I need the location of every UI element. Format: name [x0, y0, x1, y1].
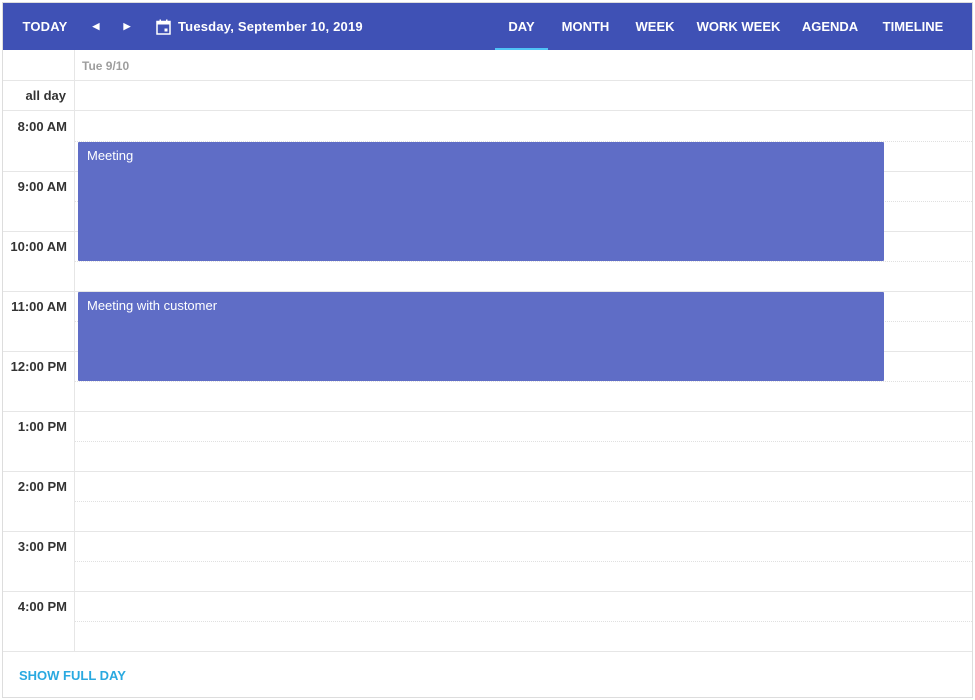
appointment-subject: Meeting: [87, 148, 134, 163]
half-hour-gridline: [75, 381, 972, 382]
appointment-meeting[interactable]: Meeting: [78, 142, 884, 261]
appointment-meeting-with-customer[interactable]: Meeting with customer: [78, 292, 884, 381]
half-hour-gridline: [75, 441, 972, 442]
hour-gridline: [3, 471, 972, 472]
previous-date-button[interactable]: ◀: [87, 3, 105, 50]
tab-week[interactable]: WEEK: [629, 3, 681, 50]
triangle-right-icon: ▶: [123, 21, 131, 31]
show-full-day-button[interactable]: SHOW FULL DAY: [19, 668, 126, 683]
all-day-label: all day: [3, 81, 75, 110]
half-hour-gridline: [75, 261, 972, 262]
hour-gridline: [3, 531, 972, 532]
tab-timeline[interactable]: TIMELINE: [875, 3, 951, 50]
tab-day[interactable]: DAY: [495, 3, 548, 50]
current-date-label: Tuesday, September 10, 2019: [178, 19, 363, 34]
all-day-row[interactable]: all day: [3, 81, 972, 111]
appointment-subject: Meeting with customer: [87, 298, 218, 313]
today-button[interactable]: TODAY: [15, 3, 75, 50]
half-hour-gridline: [75, 501, 972, 502]
time-label: 2:00 PM: [17, 479, 67, 494]
time-label: 12:00 PM: [10, 359, 67, 374]
tab-work-week[interactable]: WORK WEEK: [692, 3, 785, 50]
next-date-button[interactable]: ▶: [118, 3, 136, 50]
half-hour-gridline: [75, 561, 972, 562]
time-label: 11:00 AM: [11, 299, 67, 314]
hour-gridline: [3, 591, 972, 592]
header-corner: [3, 50, 75, 80]
tab-month[interactable]: MONTH: [554, 3, 617, 50]
triangle-left-icon: ◀: [92, 21, 100, 31]
time-label: 3:00 PM: [17, 539, 67, 554]
date-header-row: Tue 9/10: [3, 50, 972, 81]
calendar-icon: [156, 19, 171, 35]
day-header-label[interactable]: Tue 9/10: [82, 59, 129, 73]
time-label: 8:00 AM: [17, 119, 67, 134]
time-label: 4:00 PM: [17, 599, 67, 614]
time-ruler: 8:00 AM 9:00 AM 10:00 AM 11:00 AM 12:00 …: [3, 111, 75, 651]
tab-agenda[interactable]: AGENDA: [797, 3, 863, 50]
time-label: 1:00 PM: [17, 419, 67, 434]
time-grid: 8:00 AM 9:00 AM 10:00 AM 11:00 AM 12:00 …: [3, 111, 972, 651]
scheduler: TODAY ◀ ▶ Tuesday, September 10, 2019 DA…: [2, 2, 973, 698]
time-label: 10:00 AM: [10, 239, 67, 254]
scheduler-toolbar: TODAY ◀ ▶ Tuesday, September 10, 2019 DA…: [3, 3, 972, 50]
half-hour-gridline: [75, 621, 972, 622]
date-picker-button[interactable]: Tuesday, September 10, 2019: [156, 3, 363, 50]
scheduler-footer: SHOW FULL DAY: [3, 651, 972, 698]
hour-gridline: [3, 411, 972, 412]
time-label: 9:00 AM: [17, 179, 67, 194]
